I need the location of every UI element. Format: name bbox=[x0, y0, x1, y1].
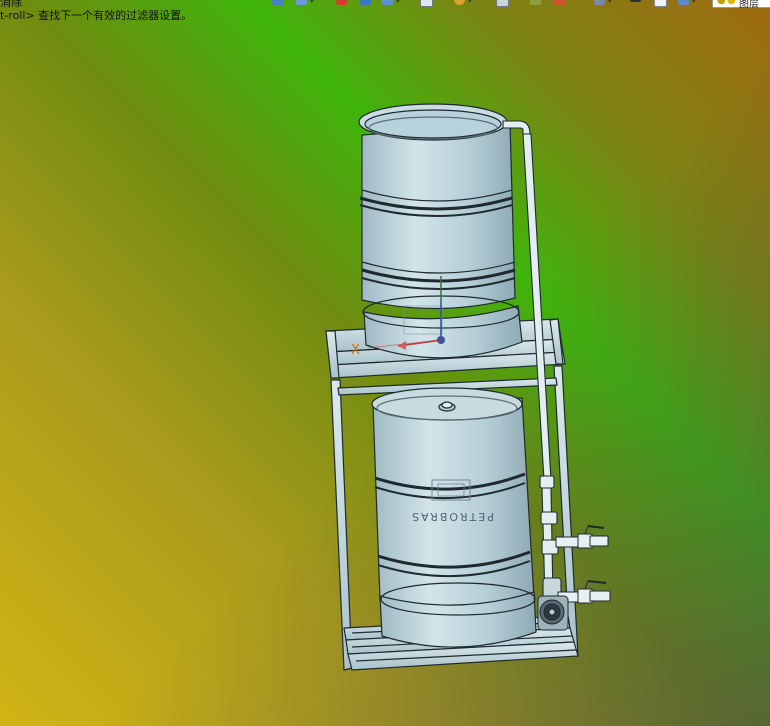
view-orient-icon[interactable] bbox=[296, 0, 307, 5]
line-icon[interactable] bbox=[630, 0, 641, 2]
layer-label: 图层 bbox=[739, 0, 759, 10]
zoom-icon[interactable] bbox=[496, 0, 509, 7]
drum-stand-model[interactable]: X PETROBRAS bbox=[0, 0, 770, 726]
axis-x-label: X bbox=[351, 343, 360, 358]
shaded-icon[interactable] bbox=[382, 0, 393, 5]
dropdown-arrow-icon[interactable]: ▾ bbox=[468, 0, 472, 5]
monitor-icon[interactable] bbox=[594, 0, 605, 5]
lower-drum-label: PETROBRAS bbox=[410, 510, 494, 523]
view-settings-icon[interactable] bbox=[554, 0, 565, 5]
scene-icon[interactable] bbox=[530, 0, 541, 5]
display-style-icon[interactable] bbox=[360, 0, 371, 5]
command-prompt-line: t-roll> 查找下一个有效的过滤器设置。 bbox=[0, 9, 193, 22]
section-view-icon[interactable] bbox=[336, 0, 347, 5]
sun-icon: ● bbox=[727, 0, 736, 6]
view-front-icon[interactable] bbox=[272, 0, 283, 5]
3d-viewport[interactable]: X PETROBRAS 消除 t-roll> 查找下一个有效的过滤器设置。 ▾ … bbox=[0, 0, 770, 726]
dropdown-arrow-icon[interactable]: ▾ bbox=[396, 0, 400, 5]
layers-icon[interactable] bbox=[678, 0, 689, 5]
dropdown-arrow-icon[interactable]: ▾ bbox=[310, 0, 314, 5]
lightbulb-icon: ● bbox=[717, 0, 726, 6]
page-icon[interactable] bbox=[654, 0, 667, 7]
layer-selector[interactable]: ● ● 图层 bbox=[712, 0, 770, 10]
view-toolbar: ▾ ▾ ▾ ▾ ▾ bbox=[268, 0, 770, 8]
dropdown-arrow-icon[interactable]: ▾ bbox=[608, 0, 612, 5]
dropdown-arrow-icon[interactable]: ▾ bbox=[692, 0, 696, 5]
appearance-icon[interactable] bbox=[454, 0, 465, 5]
hide-show-icon[interactable] bbox=[420, 0, 433, 7]
pump[interactable] bbox=[537, 595, 569, 631]
